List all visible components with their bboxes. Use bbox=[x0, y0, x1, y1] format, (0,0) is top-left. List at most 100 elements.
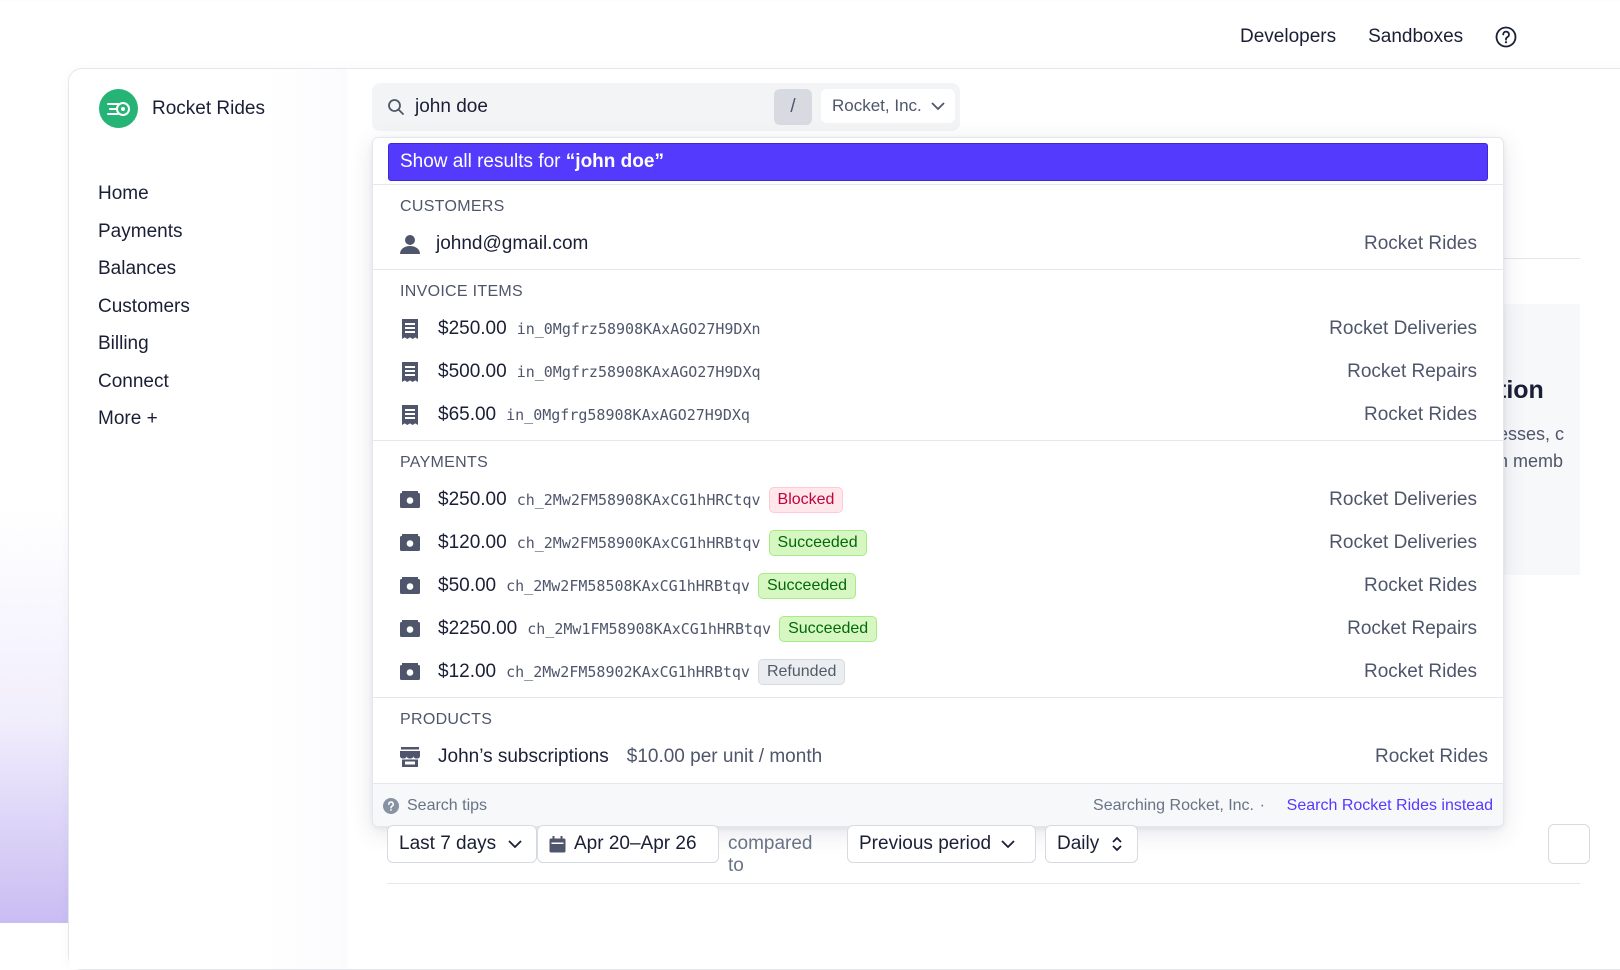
receipt-icon bbox=[402, 405, 418, 425]
account-name: Rocket Rides bbox=[1364, 404, 1477, 425]
search-other-account-link[interactable]: Search Rocket Rides instead bbox=[1287, 797, 1493, 815]
topbar-links: Developers Sandboxes bbox=[1240, 26, 1517, 48]
sandboxes-link[interactable]: Sandboxes bbox=[1368, 26, 1463, 48]
section-title-invoice-items: INVOICE ITEMS bbox=[400, 283, 524, 300]
searching-scope-text: Searching Rocket, Inc. bbox=[1093, 796, 1254, 814]
developers-link[interactable]: Developers bbox=[1240, 26, 1336, 48]
comparison-select[interactable]: Previous period bbox=[847, 825, 1036, 863]
date-picker-button[interactable]: Apr 20–Apr 26 bbox=[537, 825, 719, 863]
product-name: John’s subscriptions bbox=[438, 746, 609, 767]
cash-icon bbox=[400, 620, 420, 637]
account-name: Rocket Rides bbox=[1364, 575, 1477, 596]
person-icon bbox=[400, 235, 420, 254]
help-circle-icon[interactable] bbox=[1495, 26, 1517, 48]
sidebar-item-balances[interactable]: Balances bbox=[98, 250, 190, 288]
store-icon bbox=[400, 747, 420, 767]
account-name: Rocket Repairs bbox=[1347, 618, 1477, 639]
account-scope-label: Rocket, Inc. bbox=[832, 96, 922, 115]
sidebar-item-home[interactable]: Home bbox=[98, 175, 190, 213]
status-badge: Succeeded bbox=[779, 616, 878, 642]
date-range-select[interactable]: Last 7 days bbox=[387, 825, 537, 863]
account-name: Rocket Deliveries bbox=[1329, 489, 1477, 510]
invoice-item-row[interactable]: $65.00 in_0Mgfrg58908KAxAGO27H9DXq Rocke… bbox=[373, 395, 1503, 435]
payment-info: $2250.00 ch_2Mw1FM58908KAxCG1hHRBtqv Suc… bbox=[438, 616, 878, 642]
search-tips-link[interactable]: Search tips bbox=[407, 797, 487, 815]
cash-icon bbox=[400, 491, 420, 508]
receipt-icon bbox=[402, 319, 418, 339]
invoice-item-id: in_0Mgfrg58908KAxAGO27H9DXq bbox=[506, 406, 750, 424]
date-range-label: Last 7 days bbox=[399, 833, 497, 854]
payment-info: $250.00 ch_2Mw2FM58908KAxCG1hHRCtqv Bloc… bbox=[438, 487, 844, 513]
chevron-down-icon bbox=[931, 101, 945, 110]
sidebar-item-customers[interactable]: Customers bbox=[98, 288, 190, 326]
compared-to-label: compared to bbox=[728, 833, 813, 876]
section-title-customers: CUSTOMERS bbox=[400, 198, 505, 215]
payment-row[interactable]: $12.00 ch_2Mw2FM58902KAxCG1hHRBtqv Refun… bbox=[373, 652, 1503, 692]
customer-result-row[interactable]: johnd@gmail.com Rocket Rides bbox=[373, 224, 1503, 264]
payment-row[interactable]: $250.00 ch_2Mw2FM58908KAxCG1hHRCtqv Bloc… bbox=[373, 480, 1503, 520]
account-name: Rocket Deliveries bbox=[1329, 532, 1477, 553]
search-input[interactable]: john doe bbox=[415, 96, 765, 118]
brand-name: Rocket Rides bbox=[152, 97, 265, 119]
payment-info: $50.00 ch_2Mw2FM58508KAxCG1hHRBtqv Succe… bbox=[438, 573, 857, 599]
status-badge: Blocked bbox=[768, 487, 844, 513]
payment-row[interactable]: $50.00 ch_2Mw2FM58508KAxCG1hHRBtqv Succe… bbox=[373, 566, 1503, 606]
payment-amount: $12.00 bbox=[438, 661, 497, 682]
invoice-item-id: in_0Mgfrz58908KAxAGO27H9DXq bbox=[516, 363, 761, 381]
chevron-down-icon bbox=[1001, 839, 1015, 848]
payment-amount: $120.00 bbox=[438, 532, 507, 553]
receipt-icon bbox=[402, 362, 418, 382]
separator-dot: · bbox=[1259, 796, 1265, 814]
sidebar-item-billing[interactable]: Billing bbox=[98, 325, 190, 363]
payment-id: ch_2Mw2FM58508KAxCG1hHRBtqv bbox=[506, 577, 750, 595]
invoice-item-row[interactable]: $250.00 in_0Mgfrz58908KAxAGO27H9DXn Rock… bbox=[373, 309, 1503, 349]
payment-info: $12.00 ch_2Mw2FM58902KAxCG1hHRBtqv Refun… bbox=[438, 659, 846, 685]
invoice-item-id: in_0Mgfrz58908KAxAGO27H9DXn bbox=[516, 320, 761, 338]
show-all-query: “john doe” bbox=[565, 151, 664, 172]
payment-amount: $250.00 bbox=[438, 489, 507, 510]
payment-info: $120.00 ch_2Mw2FM58900KAxCG1hHRBtqv Succ… bbox=[438, 530, 867, 556]
date-picker-label: Apr 20–Apr 26 bbox=[574, 833, 697, 854]
account-name: Rocket Deliveries bbox=[1329, 318, 1477, 339]
product-row[interactable]: John’s subscriptions $10.00 per unit / m… bbox=[373, 737, 1503, 777]
payment-id: ch_2Mw2FM58900KAxCG1hHRBtqv bbox=[516, 534, 761, 552]
show-all-results-button[interactable]: Show all results for “john doe” bbox=[388, 143, 1488, 181]
add-button[interactable] bbox=[1548, 824, 1590, 864]
brand[interactable]: Rocket Rides bbox=[99, 89, 265, 128]
divider bbox=[373, 269, 1503, 270]
status-badge: Refunded bbox=[757, 659, 846, 685]
interval-select[interactable]: Daily bbox=[1045, 825, 1138, 863]
sidebar-item-more[interactable]: More + bbox=[98, 400, 190, 438]
divider bbox=[373, 440, 1503, 441]
sidebar-nav: Home Payments Balances Customers Billing… bbox=[98, 175, 190, 438]
payment-row[interactable]: $120.00 ch_2Mw2FM58900KAxCG1hHRBtqv Succ… bbox=[373, 523, 1503, 563]
payment-amount: $50.00 bbox=[438, 575, 497, 596]
divider bbox=[373, 697, 1503, 698]
payment-row[interactable]: $2250.00 ch_2Mw1FM58908KAxCG1hHRBtqv Suc… bbox=[373, 609, 1503, 649]
customer-email: johnd@gmail.com bbox=[436, 233, 589, 254]
chevron-down-icon bbox=[508, 839, 522, 848]
cash-icon bbox=[400, 663, 420, 680]
account-scope-select[interactable]: Rocket, Inc. bbox=[821, 89, 955, 123]
invoice-item-row[interactable]: $500.00 in_0Mgfrz58908KAxAGO27H9DXq Rock… bbox=[373, 352, 1503, 392]
search-icon bbox=[388, 99, 404, 115]
background-title: tion bbox=[1498, 376, 1544, 404]
interval-label: Daily bbox=[1057, 833, 1100, 854]
account-name: Rocket Rides bbox=[1364, 661, 1477, 682]
chevron-updown-icon bbox=[1112, 836, 1122, 852]
background-text-line: esses, c bbox=[1498, 424, 1565, 444]
search-bar[interactable]: john doe / Rocket, Inc. bbox=[372, 83, 960, 131]
search-results-dropdown: Show all results for “john doe” CUSTOMER… bbox=[372, 137, 1504, 827]
cash-icon bbox=[400, 577, 420, 594]
show-all-prefix: Show all results for bbox=[400, 151, 566, 172]
invoice-item-amount: $250.00 bbox=[438, 318, 507, 339]
payment-id: ch_2Mw2FM58908KAxCG1hHRCtqv bbox=[516, 491, 761, 509]
sidebar-item-payments[interactable]: Payments bbox=[98, 213, 190, 251]
account-name: Rocket Repairs bbox=[1347, 361, 1477, 382]
payment-amount: $2250.00 bbox=[438, 618, 518, 639]
cash-icon bbox=[400, 534, 420, 551]
product-price: $10.00 per unit / month bbox=[626, 746, 823, 767]
sidebar-item-connect[interactable]: Connect bbox=[98, 363, 190, 401]
invoice-item-info: $500.00 in_0Mgfrz58908KAxAGO27H9DXq bbox=[438, 361, 761, 383]
status-badge: Succeeded bbox=[768, 530, 867, 556]
